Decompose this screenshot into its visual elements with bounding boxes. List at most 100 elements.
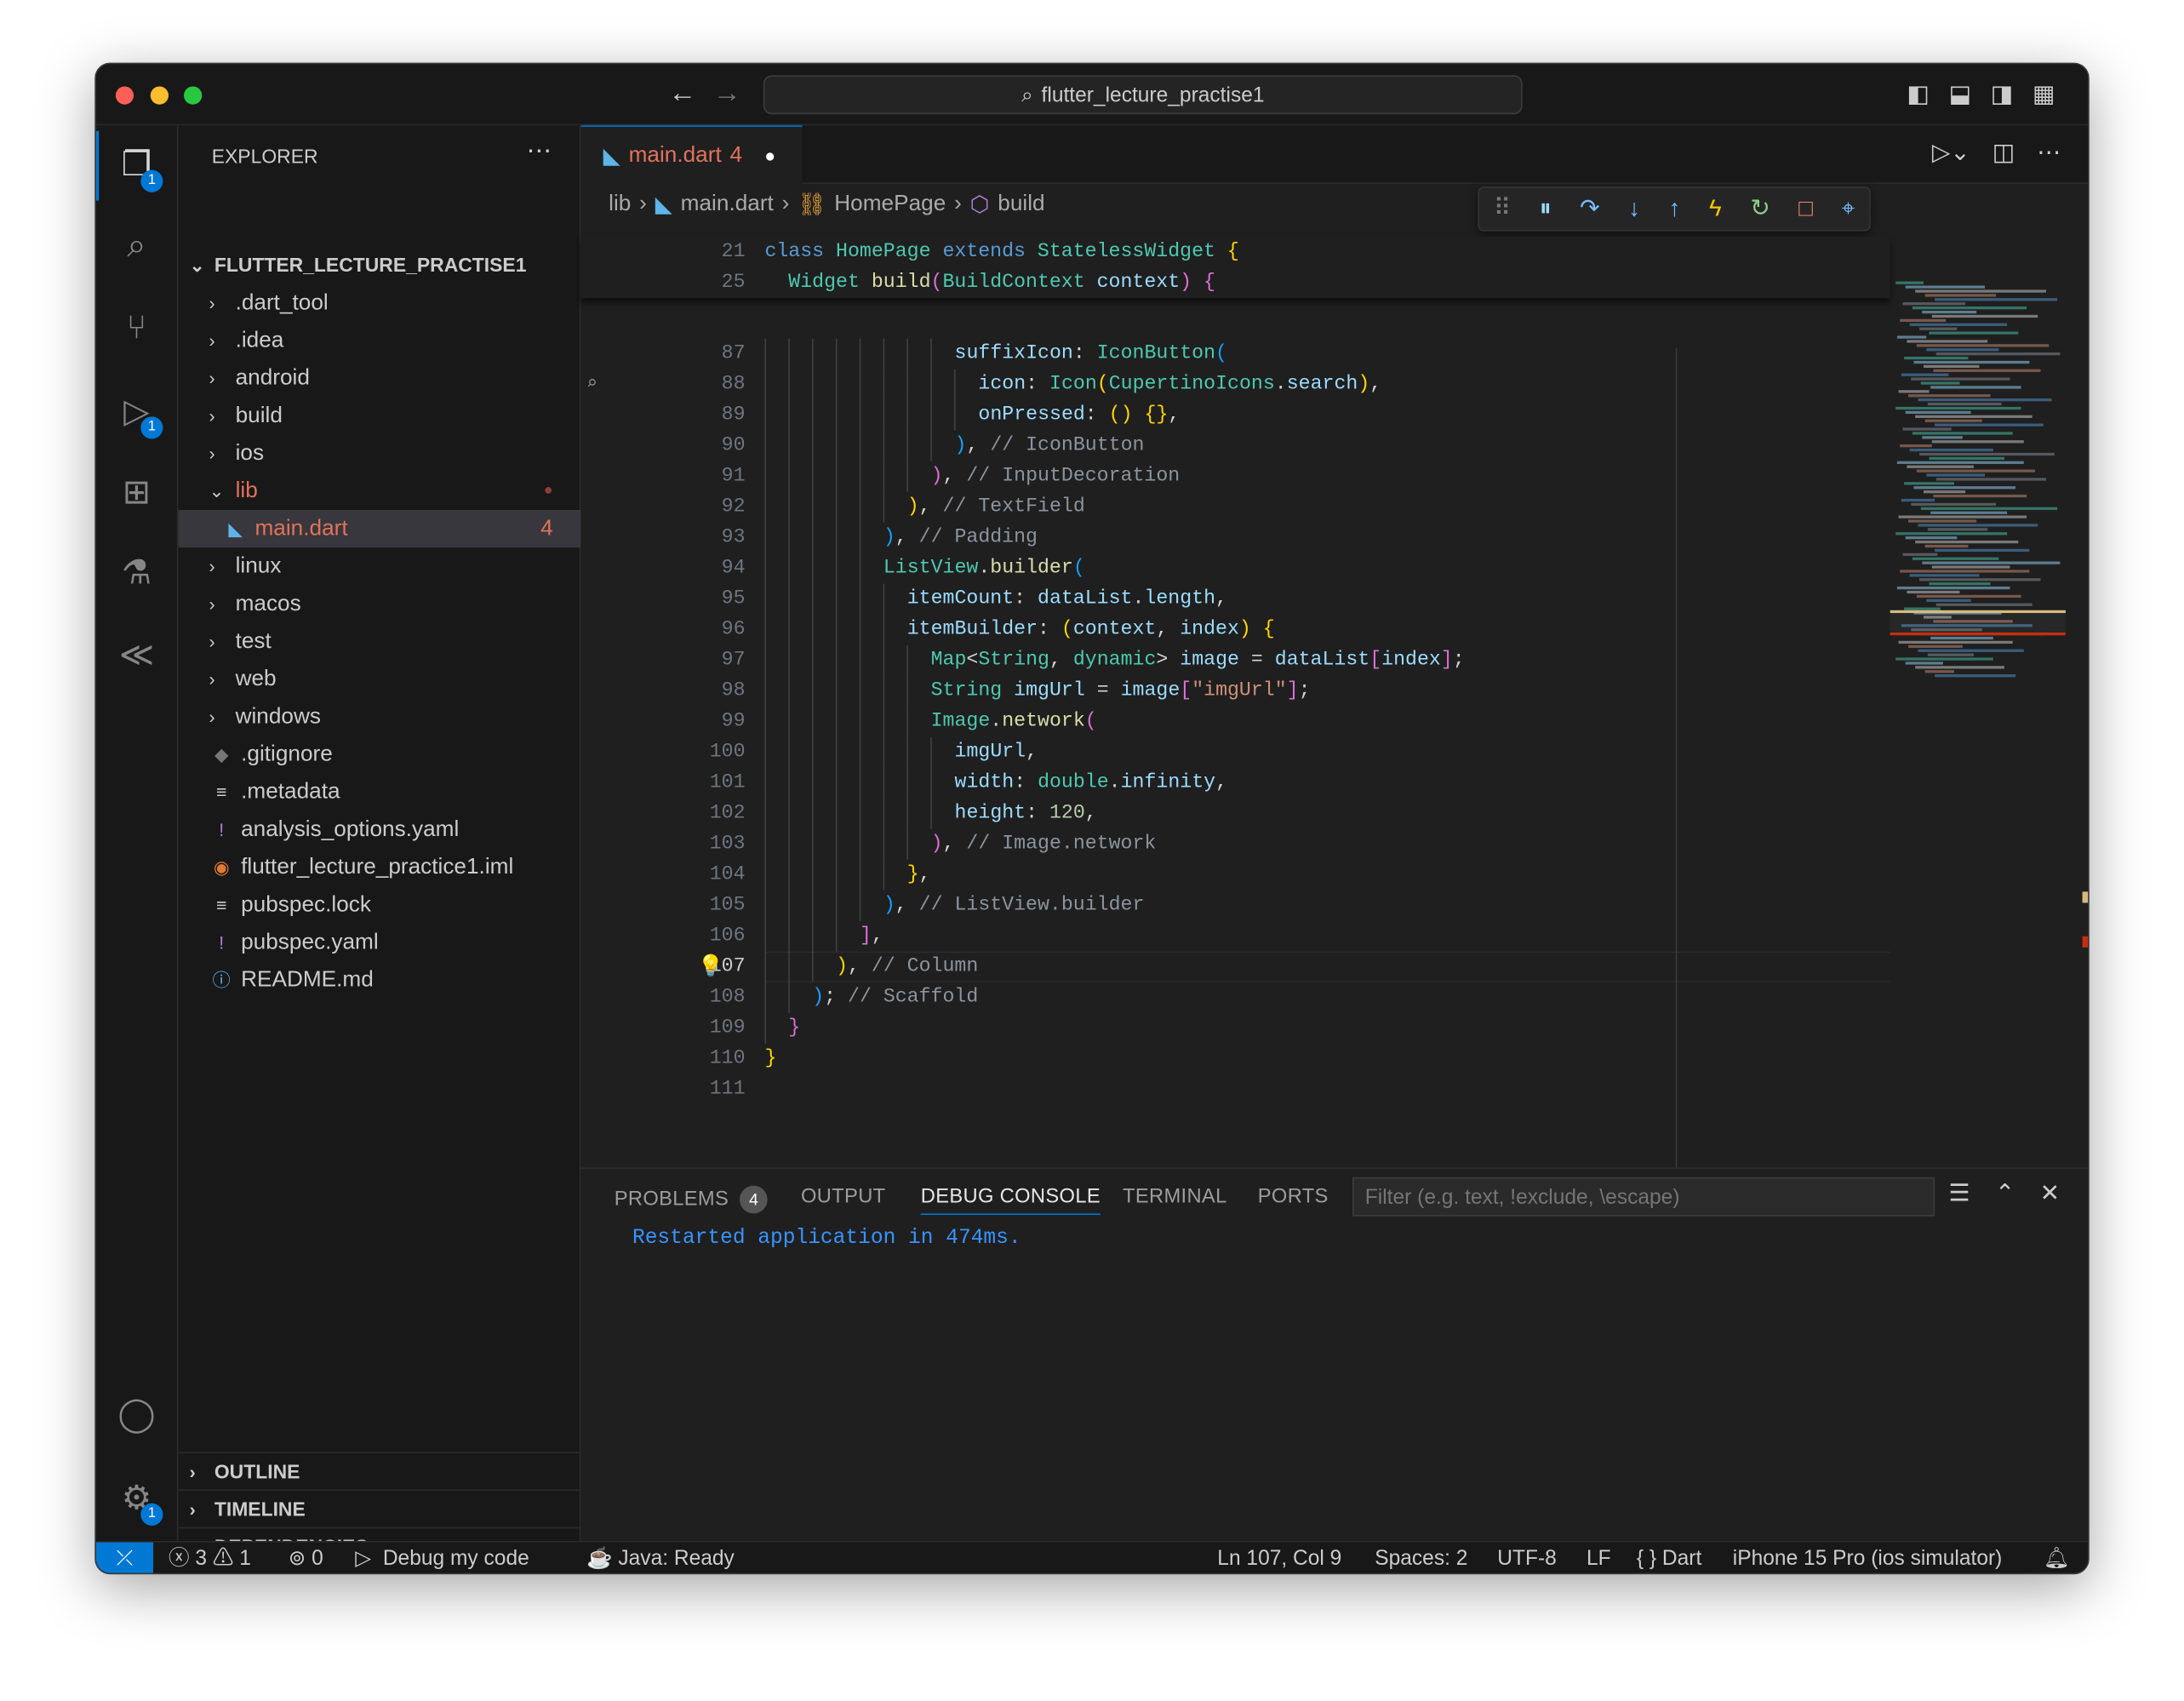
forward-arrow-icon[interactable]: →: [713, 78, 741, 111]
minimap-line: [1935, 352, 2061, 356]
explorer-root-folder[interactable]: ⌄ FLUTTER_LECTURE_PRACTISE1: [178, 247, 580, 284]
command-center-search[interactable]: ⌕ flutter_lecture_practise1: [763, 75, 1523, 115]
explorer-item-macos[interactable]: › macos: [178, 585, 580, 622]
split-editor-icon[interactable]: ◫: [1992, 140, 2015, 168]
search-icon[interactable]: ⌕: [116, 226, 157, 267]
debug-status[interactable]: ▷ Debug my code: [355, 1543, 529, 1573]
remote-indicator-icon[interactable]: ⤫: [95, 1542, 154, 1573]
section-outline[interactable]: › OUTLINE: [178, 1452, 581, 1489]
line-ending[interactable]: LF: [1587, 1543, 1611, 1573]
explorer-item-pubspec-yaml[interactable]: ! pubspec.yaml: [178, 924, 580, 961]
close-panel-icon[interactable]: ✕: [2040, 1180, 2060, 1208]
explorer-item-analysis-options-yaml[interactable]: ! analysis_options.yaml: [178, 810, 580, 848]
indent-guide: [764, 522, 767, 553]
cursor-position[interactable]: Ln 107, Col 9: [1217, 1543, 1341, 1573]
explorer-item-lib[interactable]: ⌄ lib ●: [178, 472, 580, 510]
run-debug-dropdown-icon[interactable]: ▷⌄: [1932, 140, 1970, 168]
encoding[interactable]: UTF-8: [1497, 1543, 1557, 1573]
explorer-item--metadata[interactable]: ≡ .metadata: [178, 773, 580, 810]
explorer-item-ios[interactable]: › ios: [178, 435, 580, 472]
notifications-bell-icon[interactable]: 🔔︎: [2044, 1543, 2070, 1573]
editor-more-icon[interactable]: ⋯: [2037, 140, 2061, 168]
section-timeline[interactable]: › TIMELINE: [178, 1489, 581, 1526]
explorer-item--idea[interactable]: › .idea: [178, 322, 580, 359]
indent-guide: [788, 920, 790, 952]
panel-tab-terminal[interactable]: TERMINAL: [1123, 1186, 1227, 1208]
device-selector[interactable]: iPhone 15 Pro (ios simulator): [1733, 1543, 2003, 1573]
code-token: StatelessWidget: [1037, 241, 1227, 264]
code-token: .: [978, 557, 991, 580]
indent-guide: [764, 338, 767, 369]
explorer-item--gitignore[interactable]: ◆ .gitignore: [178, 736, 580, 773]
explorer-item-main-dart[interactable]: ◣ main.dart 4: [178, 509, 581, 548]
explorer-item-android[interactable]: › android: [178, 359, 580, 397]
explorer-item-pubspec-lock[interactable]: ≡ pubspec.lock: [178, 886, 580, 924]
explorer-item-build[interactable]: › build: [178, 397, 580, 434]
chevron-icon: ›: [209, 706, 215, 728]
explorer-item-windows[interactable]: › windows: [178, 698, 580, 736]
indent-guide: [836, 890, 838, 921]
panel-tab-problems[interactable]: PROBLEMS 4: [615, 1185, 769, 1214]
settings-gear-icon[interactable]: ⚙ 1: [116, 1478, 163, 1526]
panel-tab-ports[interactable]: PORTS: [1258, 1186, 1329, 1208]
clear-console-icon[interactable]: ☰: [1948, 1180, 1970, 1208]
maximize-window-button[interactable]: [184, 86, 203, 105]
ports-status[interactable]: ⊚ 0: [289, 1543, 323, 1573]
code-token: itemBuilder: [906, 618, 1038, 641]
minimize-window-button[interactable]: [150, 86, 169, 105]
indent-guide: [906, 828, 909, 860]
minimap-line: [1919, 578, 2041, 581]
flutter-icon[interactable]: ≪: [116, 635, 157, 677]
maximize-panel-icon[interactable]: ⌃: [1995, 1180, 2015, 1208]
minimap-line: [1919, 452, 2055, 456]
lightbulb-icon[interactable]: 💡: [698, 953, 724, 980]
indent-guide: [764, 706, 767, 737]
indent-guide: [883, 644, 885, 676]
minimap[interactable]: [1887, 281, 2068, 1168]
explorer-item-flutter-lecture-practice1-iml[interactable]: ◉ flutter_lecture_practice1.iml: [178, 849, 580, 886]
problems-status[interactable]: ⓧ 3 ⚠ 1: [169, 1543, 251, 1573]
indent-guide: [836, 828, 838, 860]
indent-guide: [930, 767, 933, 799]
panel-tab-output[interactable]: OUTPUT: [801, 1186, 886, 1208]
extensions-icon[interactable]: ⊞: [116, 472, 157, 514]
back-arrow-icon[interactable]: ←: [669, 78, 697, 111]
customize-layout-icon[interactable]: ▦: [2032, 81, 2055, 109]
minimap-line: [1896, 461, 2024, 464]
indent-guide: [788, 583, 790, 615]
toggle-panel-icon[interactable]: ⬓: [1949, 81, 1971, 109]
indent-guide: [836, 338, 838, 369]
explorer-item-readme-md[interactable]: ⓘ README.md: [178, 961, 580, 999]
code-token: ]: [1440, 649, 1453, 672]
indent-guide: [883, 491, 885, 523]
minimap-line: [1895, 406, 2021, 410]
toggle-secondary-sidebar-icon[interactable]: ◨: [1991, 81, 2013, 109]
debug-console-filter-input[interactable]: [1352, 1177, 1935, 1217]
explorer-item-linux[interactable]: › linux: [178, 547, 580, 585]
code-token: ]: [859, 925, 872, 948]
more-actions-icon[interactable]: ⋯: [527, 136, 552, 165]
minimap-line: [1898, 390, 1930, 393]
indent-guide: [812, 706, 814, 737]
explorer-icon[interactable]: ❐ 1: [116, 145, 163, 192]
code-token: :: [1014, 587, 1038, 610]
source-control-icon[interactable]: ⑂: [116, 308, 157, 350]
code-editor[interactable]: 21 class HomePage extends StatelessWidget…: [580, 125, 1890, 1168]
language-mode[interactable]: { } Dart: [1637, 1543, 1701, 1573]
minimap-line: [1929, 582, 1991, 586]
panel-tab-debug-console[interactable]: DEBUG CONSOLE: [920, 1186, 1101, 1216]
explorer-item--dart-tool[interactable]: › .dart_tool: [178, 284, 580, 322]
close-window-button[interactable]: [115, 86, 134, 105]
explorer-item-test[interactable]: › test: [178, 623, 580, 661]
run-debug-icon[interactable]: ▷ 1: [116, 392, 163, 439]
explorer-sidebar: EXPLORER ⋯ ⌄ FLUTTER_LECTURE_PRACTISE1 ›…: [178, 125, 581, 1573]
indentation[interactable]: Spaces: 2: [1375, 1543, 1467, 1573]
accounts-icon[interactable]: ◯: [116, 1395, 157, 1436]
code-token: ;: [1452, 649, 1465, 672]
java-status[interactable]: ☕ Java: Ready: [586, 1543, 735, 1573]
toggle-sidebar-icon[interactable]: ◧: [1907, 81, 1929, 109]
code-token: ): [836, 955, 849, 978]
testing-icon[interactable]: ⚗: [116, 553, 157, 595]
explorer-item-web[interactable]: › web: [178, 661, 580, 698]
code-token: IconButton: [1096, 342, 1216, 365]
